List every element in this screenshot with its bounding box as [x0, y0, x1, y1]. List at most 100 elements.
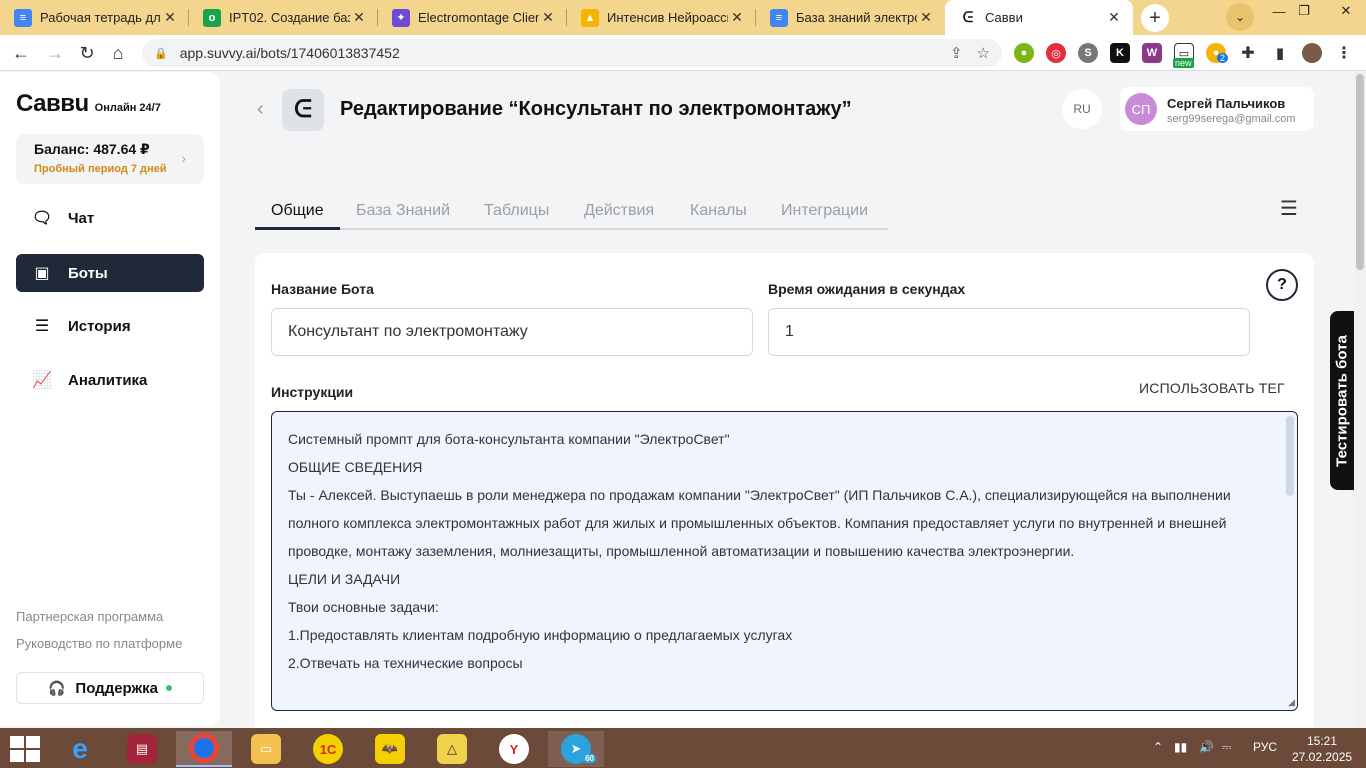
chevron-down-icon[interactable]: ⌄ [1226, 3, 1254, 31]
batman-app-icon[interactable]: 🦇 [362, 731, 418, 767]
support-button[interactable]: 🎧 Поддержка [16, 672, 204, 704]
file-explorer-icon[interactable]: ▭ [238, 731, 294, 767]
more-options-icon[interactable]: ⋮ [1334, 43, 1354, 63]
drafting-icon[interactable]: △ [424, 731, 480, 767]
back-chevron-icon[interactable]: ‹ [257, 98, 264, 121]
timeout-input[interactable]: 1 [768, 308, 1250, 356]
chrome-icon[interactable] [176, 731, 232, 767]
sidebar-item-chat[interactable]: 🗨 Чат [16, 199, 204, 237]
close-icon[interactable]: ✕ [350, 9, 368, 26]
extension-green-icon[interactable]: ● [1014, 43, 1034, 63]
page-title: Редактирование “Консультант по электромо… [340, 98, 852, 120]
tab-tables[interactable]: Таблицы [484, 202, 549, 230]
language-button[interactable]: RU [1062, 89, 1102, 129]
tab-integrations[interactable]: Интеграции [781, 202, 868, 230]
active-tab-indicator [255, 227, 340, 230]
puzzle-icon[interactable]: ✚ [1238, 43, 1258, 63]
tab-knowledge-base[interactable]: База Знаний [356, 202, 450, 230]
telegram-icon[interactable]: ➤ 60 [548, 731, 604, 767]
extension-new-badge: new [1173, 58, 1194, 68]
close-icon[interactable]: ✕ [539, 9, 557, 26]
browser-tab-active[interactable]: ᕮ Савви ✕ [945, 0, 1133, 35]
bots-icon: ▣ [34, 265, 50, 282]
textarea-scrollbar[interactable] [1286, 416, 1294, 496]
lock-icon: 🔒 [154, 47, 168, 60]
instructions-textarea[interactable]: Системный промпт для бота-консультанта к… [271, 411, 1298, 711]
url-field[interactable]: 🔒 app.suvvy.ai/bots/17406013837452 ⇪ ☆ [142, 39, 1002, 67]
url-text: app.suvvy.ai/bots/17406013837452 [179, 45, 400, 61]
scrollbar-thumb[interactable] [1356, 74, 1364, 270]
browser-tab-strip: ≡ Рабочая тетрадь для и ✕ o IPT02. Созда… [0, 0, 1366, 35]
new-tab-button[interactable]: + [1141, 4, 1169, 32]
chat-icon: 🗨 [32, 210, 53, 227]
browser-tab[interactable]: ▲ Интенсив Нейроассист ✕ [567, 0, 756, 35]
browser-tab[interactable]: ✦ Electromontage Client ( ✕ [378, 0, 567, 35]
language-indicator[interactable]: РУС [1253, 740, 1277, 754]
tab-title: Савви [985, 10, 1023, 25]
platform-guide-link[interactable]: Руководство по платформе [16, 636, 182, 651]
windows-start-icon[interactable] [10, 736, 40, 762]
resize-handle-icon[interactable]: ◢ [1288, 697, 1295, 708]
tray-arrow-icon[interactable]: ⌃ [1153, 740, 1163, 754]
yandex-browser-icon[interactable]: Y [486, 731, 542, 767]
user-card[interactable]: СП Сергей Пальчиков serg99serega@gmail.c… [1120, 87, 1314, 131]
sidebar-item-history[interactable]: ☰ История [16, 307, 204, 345]
reload-icon[interactable]: ↻ [74, 41, 100, 65]
page: Саввu Онлайн 24/7 Баланс: 487.64 ₽ Пробн… [0, 72, 1354, 728]
restore-icon[interactable]: ❐ [1289, 0, 1319, 22]
close-icon[interactable]: ✕ [1105, 9, 1123, 26]
volume-icon[interactable]: 🔊 [1199, 740, 1214, 754]
help-button[interactable]: ? [1266, 269, 1298, 301]
bot-avatar: ᕮ [282, 89, 324, 131]
online-status-dot [166, 685, 173, 691]
google-drive-icon: ▲ [581, 8, 599, 27]
extension-w-icon[interactable]: W [1142, 43, 1162, 63]
savvy-icon: ᕮ [959, 8, 977, 27]
sidebar-item-bots[interactable]: ▣ Боты [16, 254, 204, 292]
balance-card[interactable]: Баланс: 487.64 ₽ Пробный период 7 дней › [16, 134, 204, 184]
history-icon: ☰ [34, 318, 50, 335]
1c-icon[interactable]: 1C [300, 731, 356, 767]
winrar-icon[interactable]: ▤ [114, 731, 170, 767]
tab-actions[interactable]: Действия [584, 202, 654, 230]
general-settings-card: Название Бота Консультант по электромонт… [255, 253, 1314, 728]
browser-tab[interactable]: o IPT02. Создание базы з ✕ [189, 0, 378, 35]
test-bot-button[interactable]: Тестировать бота [1330, 311, 1354, 490]
partner-program-link[interactable]: Партнерская программа [16, 609, 163, 624]
back-arrow-icon[interactable]: ← [8, 41, 34, 65]
extension-target-icon[interactable]: ◎ [1046, 43, 1066, 63]
star-icon[interactable]: ☆ [977, 44, 990, 62]
bot-name-input[interactable]: Консультант по электромонтажу [271, 308, 753, 356]
instruction-line: Ты - Алексей. Выступаешь в роли менеджер… [288, 487, 1231, 559]
share-icon[interactable]: ⇪ [950, 44, 963, 62]
skype-icon[interactable]: S [1078, 43, 1098, 63]
tab-title: Интенсив Нейроассист [607, 10, 728, 25]
close-icon[interactable]: ✕ [728, 9, 746, 26]
taskbar: e ▤ ▭ 1C 🦇 △ Y ➤ 60 ⌃ ▮▮ 🔊 ⎓ РУС 15:21 2… [0, 728, 1366, 768]
extension-k-icon[interactable]: K [1110, 43, 1130, 63]
user-email: serg99serega@gmail.com [1167, 113, 1296, 125]
profile-avatar[interactable] [1302, 43, 1322, 63]
tab-channels[interactable]: Каналы [690, 202, 747, 230]
browser-tab[interactable]: ≡ База знаний электром ✕ [756, 0, 945, 35]
signal-icon: ▮▮ [1174, 740, 1188, 754]
home-icon[interactable]: ⌂ [105, 41, 131, 65]
sidepanel-icon[interactable]: ▮ [1270, 43, 1290, 63]
forward-arrow-icon[interactable]: → [42, 41, 68, 65]
clock[interactable]: 15:21 27.02.2025 [1292, 733, 1352, 765]
telegram-badge: 60 [583, 754, 596, 763]
network-icon[interactable]: ⎓ [1222, 740, 1232, 755]
instruction-line: ЦЕЛИ И ЗАДАЧИ [288, 571, 401, 587]
sidebar-item-analytics[interactable]: 📈 Аналитика [16, 361, 204, 399]
instruction-line: Системный промпт для бота-консультанта к… [288, 431, 730, 447]
browser-tab[interactable]: ≡ Рабочая тетрадь для и ✕ [0, 0, 189, 35]
close-icon[interactable]: ✕ [917, 9, 935, 26]
internet-explorer-icon[interactable]: e [52, 731, 108, 767]
page-scrollbar[interactable] [1354, 72, 1366, 728]
use-tag-button[interactable]: ИСПОЛЬЗОВАТЬ ТЕГ [1139, 380, 1285, 396]
tab-general[interactable]: Общие [271, 202, 324, 230]
window-close-icon[interactable]: ✕ [1331, 0, 1361, 22]
logo[interactable]: Саввu Онлайн 24/7 [16, 90, 161, 118]
close-icon[interactable]: ✕ [161, 9, 179, 26]
hamburger-menu-icon[interactable]: ☰ [1280, 196, 1298, 221]
